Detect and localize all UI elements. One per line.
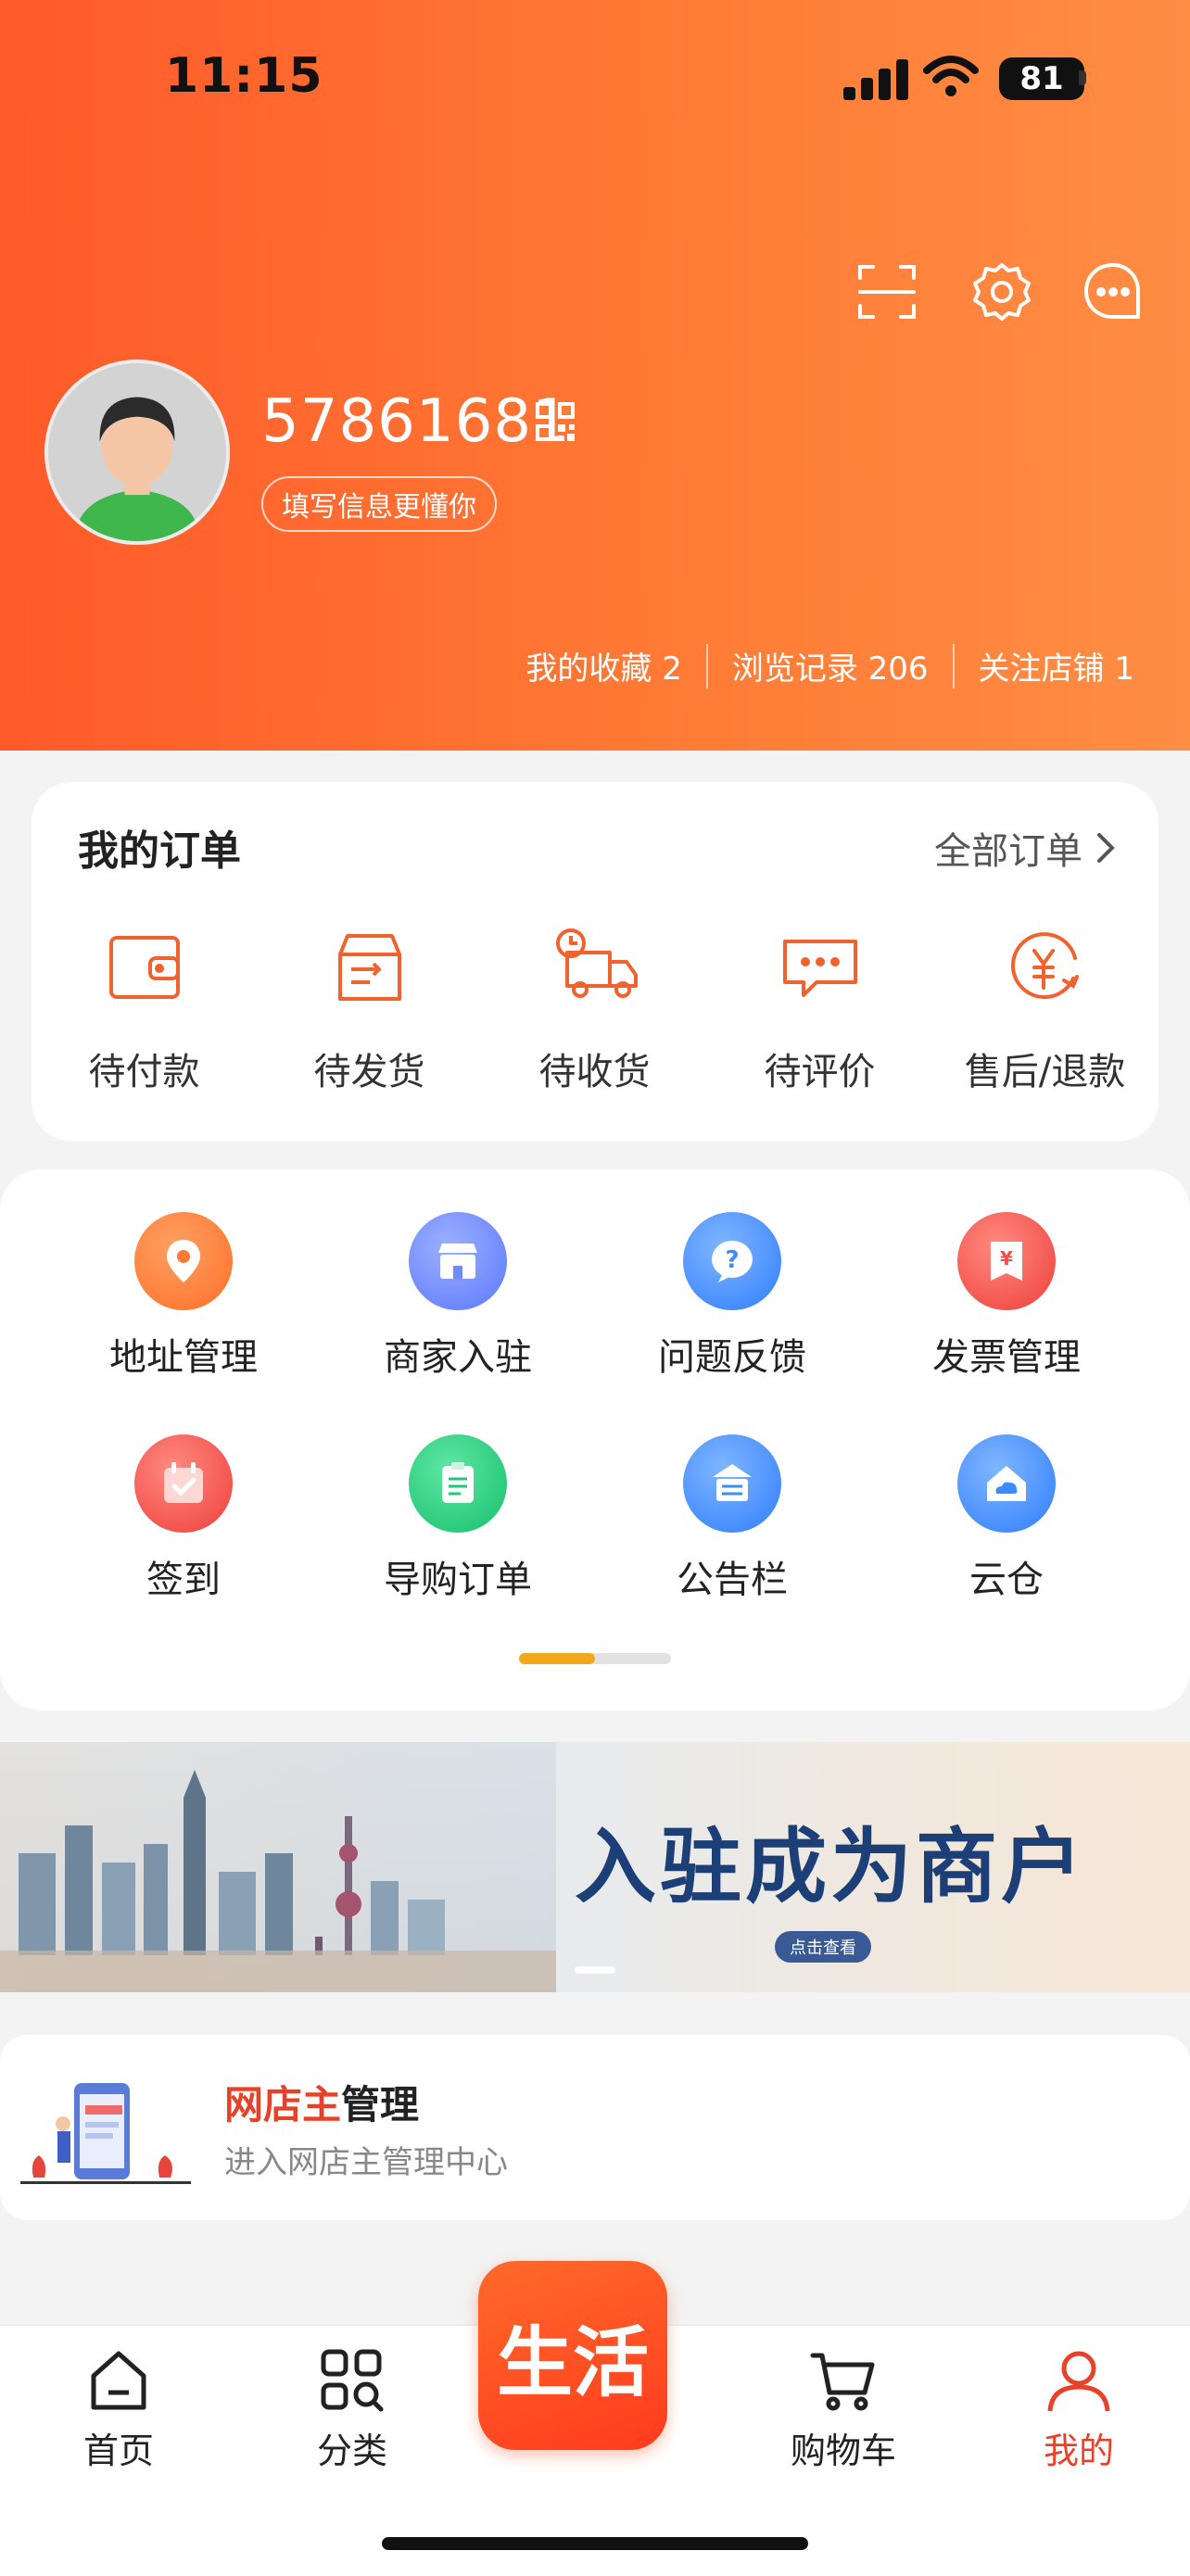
tab-home[interactable]: 首页 [44,2346,193,2473]
service-checkin[interactable]: 签到 [46,1434,321,1603]
wallet-icon [108,936,180,999]
order-pending-payment[interactable]: 待付款 [32,921,257,1095]
tab-label: 分类 [316,2431,387,2471]
service-invoice[interactable]: ¥ 发票管理 [869,1212,1144,1381]
question-icon: ? [683,1212,781,1310]
cart-icon [810,2353,875,2411]
service-label: 问题反馈 [658,1336,806,1379]
profile-info-tag[interactable]: 填写信息更懂你 [261,476,497,532]
notice-icon [683,1434,781,1533]
qr-code-icon[interactable] [534,400,576,443]
tab-category[interactable]: 分类 [278,2346,426,2473]
order-status-row: 待付款 待发货 待收货 待评价 售后/退款 [32,921,1158,1095]
profile-icon [1047,2351,1110,2412]
store-icon [409,1212,507,1310]
services-page-indicator [519,1653,671,1664]
banner-view-button[interactable]: 点击查看 [775,1931,871,1963]
all-orders-link[interactable]: 全部订单 [934,821,1116,875]
stat-followed-shops[interactable]: 关注店铺 1 [979,643,1134,688]
service-label: 签到 [146,1559,221,1601]
box-icon [337,934,401,1001]
profile-stats: 我的收藏 2 浏览记录 206 关注店铺 1 [525,643,1134,688]
service-cloud-warehouse[interactable]: 云仓 [869,1434,1144,1603]
banner-title: 入驻成为商户 [575,1819,1087,1914]
banner-page-indicator [575,1966,615,1974]
calendar-icon [134,1434,233,1533]
order-item-label: 待评价 [764,1051,876,1093]
order-pending-shipment[interactable]: 待发货 [257,921,482,1095]
service-feedback[interactable]: ? 问题反馈 [595,1212,869,1381]
stat-divider [705,643,708,688]
invoice-icon: ¥ [957,1212,1056,1310]
wifi-icon [923,56,979,96]
order-pending-review[interactable]: 待评价 [707,921,932,1095]
status-time: 11:15 [165,48,323,104]
message-icon[interactable] [1081,259,1146,324]
tab-label: 我的 [1043,2431,1114,2471]
tab-profile[interactable]: 我的 [1005,2346,1153,2473]
svg-text:¥: ¥ [1000,1247,1013,1269]
stat-history[interactable]: 浏览记录 206 [732,643,929,688]
orders-title: 我的订单 [78,827,241,875]
stat-divider [952,643,955,688]
service-notice-board[interactable]: 公告栏 [595,1434,869,1603]
services-grid: 地址管理 商家入驻 ? 问题反馈 ¥ 发票管理 签到 导购订单 公告栏 云仓 [0,1212,1190,1603]
home-icon [91,2351,146,2410]
service-label: 商家入驻 [384,1336,532,1379]
clipboard-icon [409,1434,507,1533]
tab-label: 首页 [82,2431,154,2471]
order-after-sales[interactable]: 售后/退款 [932,921,1158,1095]
category-icon [321,2349,384,2412]
service-label: 发票管理 [932,1336,1081,1379]
orders-card: 我的订单 全部订单 待付款 待发货 待收货 待评价 售后/退款 [32,782,1158,1142]
all-orders-label: 全部订单 [934,830,1082,873]
comment-icon [782,940,857,997]
settings-gear-icon[interactable] [969,259,1034,324]
home-indicator[interactable] [382,2537,808,2550]
shop-owner-subtitle: 进入网店主管理中心 [224,2144,508,2181]
tab-label: 购物车 [790,2431,896,2471]
stat-favorites[interactable]: 我的收藏 2 [525,643,681,688]
order-item-label: 待付款 [88,1051,200,1093]
service-guide-orders[interactable]: 导购订单 [321,1434,595,1603]
refund-icon [1010,932,1079,1000]
battery-tip [1079,70,1086,85]
merchant-banner[interactable]: 入驻成为商户 点击查看 [0,1742,1190,1992]
signal-icon [843,59,908,100]
order-item-label: 待收货 [538,1051,651,1093]
services-card: 地址管理 商家入驻 ? 问题反馈 ¥ 发票管理 签到 导购订单 公告栏 云仓 [0,1169,1190,1711]
tab-life-button[interactable]: 生活 [478,2261,667,2450]
shop-owner-illustration [20,2083,191,2184]
cloud-icon [957,1434,1056,1533]
scan-icon[interactable] [855,259,919,324]
svg-text:?: ? [725,1246,739,1274]
chevron-right-icon [1097,833,1115,863]
profile-header: 11:15 81 57861681 填写信息更懂你 我的收藏 2 浏览记录 20… [0,0,1190,751]
avatar[interactable] [44,360,230,545]
service-label: 云仓 [969,1559,1044,1601]
shop-owner-card[interactable]: 网店主管理 进入网店主管理中心 [0,2035,1190,2220]
order-pending-receipt[interactable]: 待收货 [482,921,707,1095]
shop-owner-title: 网店主管理 [224,2082,420,2128]
service-address[interactable]: 地址管理 [46,1212,321,1381]
user-id: 57861681 [261,387,571,456]
location-icon [134,1212,233,1310]
city-skyline-image [0,1742,556,1992]
service-label: 公告栏 [677,1559,788,1601]
service-merchant-join[interactable]: 商家入驻 [321,1212,595,1381]
order-item-label: 待发货 [313,1051,425,1093]
tab-cart[interactable]: 购物车 [769,2346,918,2473]
battery-indicator: 81 [999,57,1084,100]
service-label: 地址管理 [109,1336,258,1379]
service-label: 导购订单 [384,1559,532,1601]
order-item-label: 售后/退款 [964,1051,1126,1093]
truck-icon [555,928,638,998]
